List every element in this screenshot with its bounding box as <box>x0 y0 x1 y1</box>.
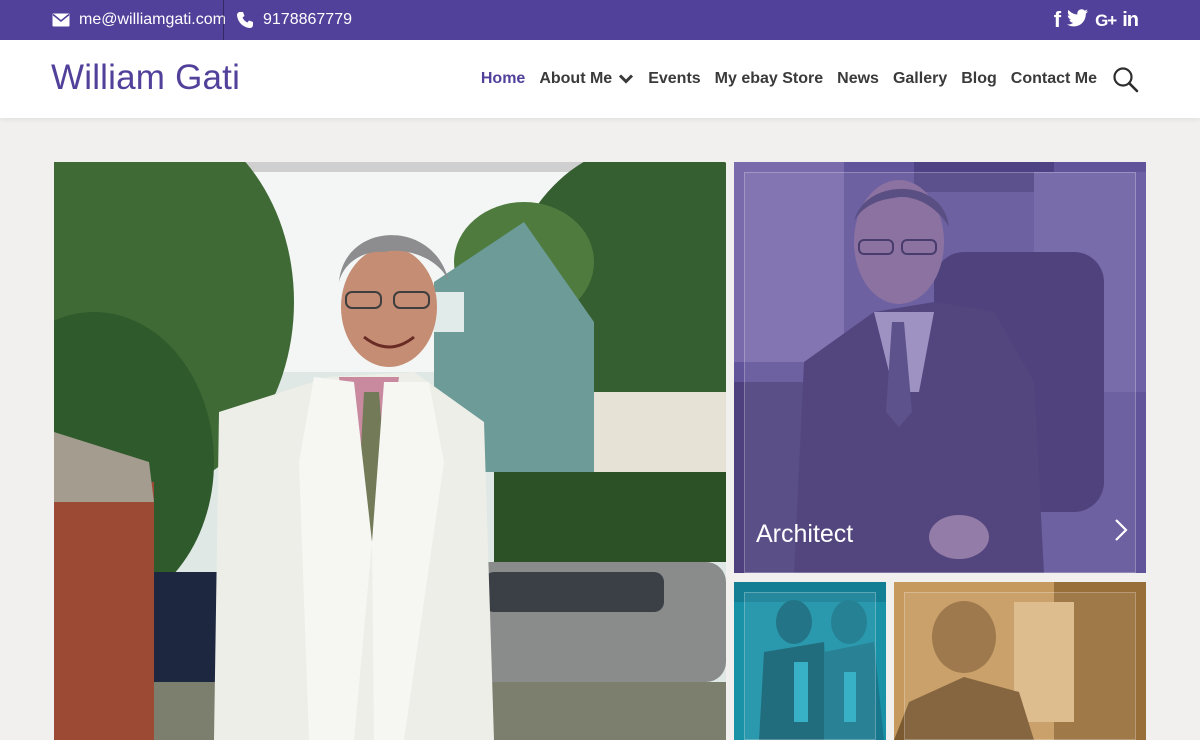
phone-icon <box>236 11 254 29</box>
architect-label: Architect <box>756 520 854 548</box>
phone-link[interactable]: 9178867779 <box>236 0 352 40</box>
nav-ebay-store[interactable]: My ebay Store <box>715 70 823 88</box>
chevron-down-icon[interactable] <box>618 73 634 85</box>
search-icon[interactable] <box>1112 66 1140 94</box>
music-tile[interactable] <box>734 582 886 740</box>
google-plus-icon[interactable]: G+ <box>1095 12 1117 29</box>
facebook-icon[interactable]: f <box>1054 9 1061 31</box>
nav-home[interactable]: Home <box>481 70 525 88</box>
nav-news[interactable]: News <box>837 70 879 88</box>
piano-tile[interactable] <box>894 582 1146 740</box>
envelope-icon <box>52 13 70 27</box>
chevron-right-icon[interactable] <box>1114 518 1128 547</box>
architect-overlay-frame <box>744 172 1136 573</box>
twitter-icon[interactable] <box>1067 9 1089 31</box>
piano-overlay-frame <box>904 592 1136 740</box>
site-header: William Gati Home About Me Events My eba… <box>0 40 1200 118</box>
main-nav: Home About Me Events My ebay Store News … <box>481 40 1097 118</box>
nav-gallery[interactable]: Gallery <box>893 70 947 88</box>
hero-photo-tile[interactable] <box>54 162 726 740</box>
email-link[interactable]: me@williamgati.com <box>52 0 226 40</box>
site-logo[interactable]: William Gati <box>51 58 240 98</box>
phone-text: 9178867779 <box>263 11 352 28</box>
hero-photo <box>54 162 726 740</box>
email-text: me@williamgati.com <box>79 11 226 28</box>
architect-tile[interactable]: Architect <box>734 162 1146 573</box>
nav-about-me-label: About Me <box>539 70 613 87</box>
nav-events[interactable]: Events <box>648 70 700 88</box>
social-links: f G+ in <box>1054 0 1139 40</box>
topbar-divider <box>223 0 224 40</box>
nav-blog[interactable]: Blog <box>961 70 997 88</box>
nav-about-me[interactable]: About Me <box>539 70 634 88</box>
linkedin-icon[interactable]: in <box>1122 10 1139 30</box>
top-contact-bar: me@williamgati.com 9178867779 f G+ in <box>0 0 1200 40</box>
music-overlay-frame <box>744 592 876 740</box>
nav-contact-me[interactable]: Contact Me <box>1011 70 1097 88</box>
